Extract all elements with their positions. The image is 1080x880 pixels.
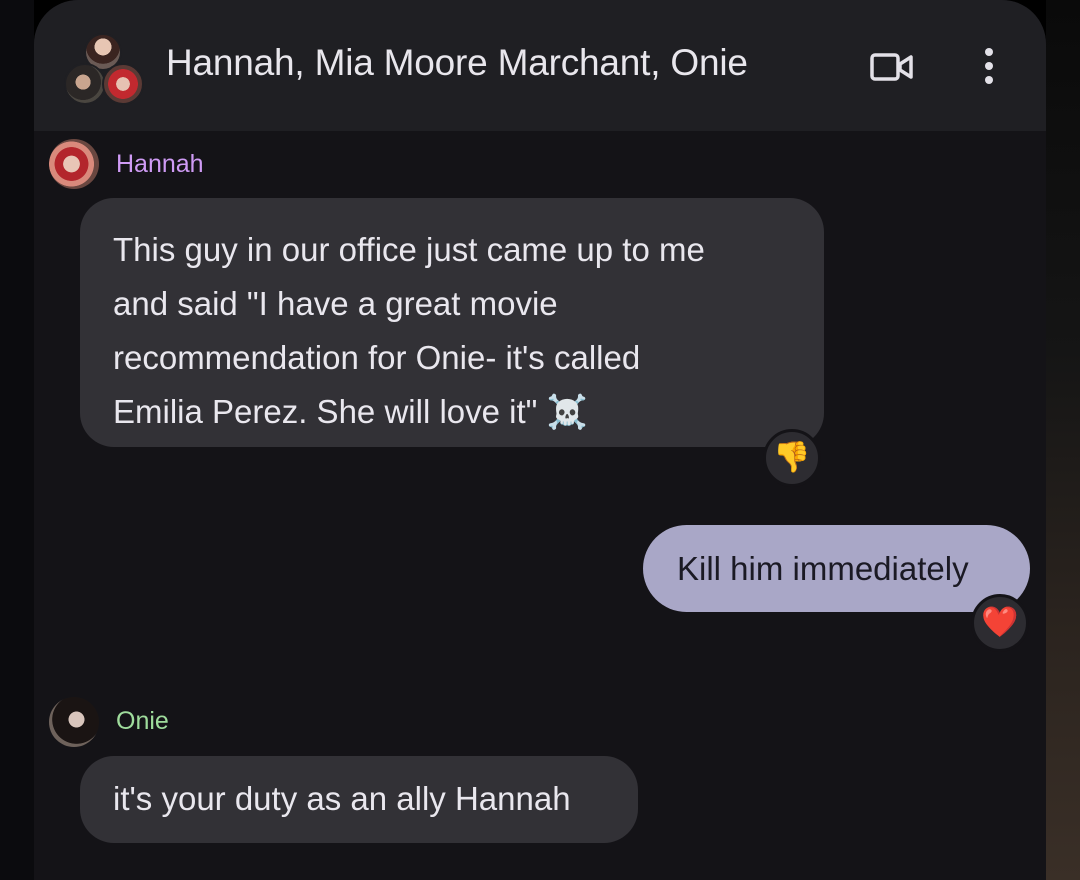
conversation-header: Hannah, Mia Moore Marchant, Onie [34,0,1046,131]
sender-name: Hannah [116,150,204,178]
heart-reaction[interactable]: ❤️ [971,594,1029,652]
member-avatar [64,63,106,105]
video-call-icon[interactable] [870,52,914,82]
member-avatar [102,63,144,105]
message-line: and said "I have a great movie [113,285,558,322]
chat-window: Hannah, Mia Moore Marchant, Onie Hannah … [34,0,1046,880]
hannah-avatar[interactable] [49,139,99,189]
thumbs-down-reaction[interactable]: 👎 [763,429,821,487]
sender-name: Onie [116,707,169,735]
message-line: This guy in our office just came up to m… [113,231,705,268]
message-line: recommendation for Onie- it's called [113,339,641,376]
message-line: Emilia Perez. She will love it" ☠️ [113,393,588,430]
left-edge [0,0,34,880]
more-vert-icon[interactable] [979,46,999,86]
onie-avatar[interactable] [49,697,99,747]
conversation-title[interactable]: Hannah, Mia Moore Marchant, Onie [166,42,748,84]
group-avatar[interactable] [64,33,144,105]
right-edge [1046,0,1080,880]
outgoing-message-bubble[interactable]: Kill him immediately [643,525,1030,612]
message-bubble[interactable]: This guy in our office just came up to m… [80,198,824,447]
message-bubble[interactable]: it's your duty as an ally Hannah [80,756,638,843]
